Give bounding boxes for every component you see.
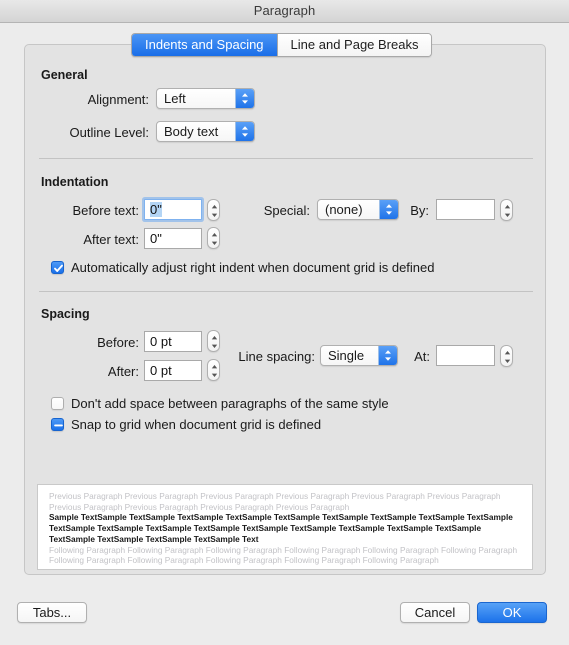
outline-level-label: Outline Level:: [69, 125, 150, 140]
paragraph-dialog: Paragraph Indents and Spacing Line and P…: [0, 0, 569, 645]
auto-adjust-right-indent-label: Automatically adjust right indent when d…: [71, 260, 435, 275]
window-titlebar[interactable]: Paragraph: [0, 0, 569, 23]
by-stepper[interactable]: [500, 199, 513, 221]
before-text-label: Before text:: [72, 203, 139, 218]
preview-following-text: Following Paragraph Following Paragraph …: [49, 544, 518, 566]
tabs-button[interactable]: Tabs...: [17, 602, 87, 623]
special-value: (none): [325, 202, 363, 217]
spacing-after-label: After:: [107, 364, 139, 379]
spacing-after-input[interactable]: 0 pt: [144, 360, 202, 381]
outline-level-popup[interactable]: Body text: [156, 121, 255, 142]
ok-button[interactable]: OK: [477, 602, 547, 623]
chevron-updown-icon: [235, 89, 254, 108]
spacing-after-value: 0 pt: [150, 363, 172, 378]
spacing-after-stepper[interactable]: [207, 359, 220, 381]
outline-level-value: Body text: [164, 124, 219, 139]
chevron-updown-icon: [235, 122, 254, 141]
checkbox-checked-icon: [51, 261, 64, 274]
preview-sample-text: Sample TextSample TextSample TextSample …: [49, 512, 513, 544]
preview-previous-text: Previous Paragraph Previous Paragraph Pr…: [49, 491, 501, 512]
snap-to-grid-label: Snap to grid when document grid is defin…: [71, 417, 322, 432]
before-text-value: 0": [150, 202, 162, 217]
at-label: At:: [414, 349, 430, 364]
cancel-button[interactable]: Cancel: [400, 602, 470, 623]
at-stepper[interactable]: [500, 345, 513, 367]
tab-bar: Indents and Spacing Line and Page Breaks: [131, 33, 433, 57]
spacing-before-input[interactable]: 0 pt: [144, 331, 202, 352]
dont-add-space-label: Don't add space between paragraphs of th…: [71, 396, 389, 411]
spacing-before-value: 0 pt: [150, 334, 172, 349]
tab-line-and-page-breaks[interactable]: Line and Page Breaks: [276, 34, 432, 56]
checkbox-unchecked-icon: [51, 397, 64, 410]
after-text-value: 0": [150, 231, 162, 246]
spacing-before-stepper[interactable]: [207, 330, 220, 352]
divider-indentation: [39, 291, 533, 292]
before-text-input[interactable]: 0": [144, 199, 202, 220]
section-title-indentation: Indentation: [41, 175, 109, 189]
line-spacing-label: Line spacing:: [238, 349, 315, 364]
auto-adjust-right-indent-checkbox[interactable]: Automatically adjust right indent when d…: [51, 260, 435, 275]
tab-indents-and-spacing[interactable]: Indents and Spacing: [132, 34, 277, 56]
line-spacing-popup[interactable]: Single: [320, 345, 398, 366]
chevron-updown-icon: [379, 200, 398, 219]
after-text-stepper[interactable]: [207, 227, 220, 249]
before-text-stepper[interactable]: [207, 199, 220, 221]
checkbox-mixed-icon: [51, 418, 64, 431]
window-title: Paragraph: [253, 3, 316, 18]
line-spacing-value: Single: [328, 348, 365, 363]
alignment-value: Left: [164, 91, 186, 106]
dont-add-space-checkbox[interactable]: Don't add space between paragraphs of th…: [51, 396, 389, 411]
after-text-label: After text:: [83, 232, 139, 247]
section-title-spacing: Spacing: [41, 307, 90, 321]
snap-to-grid-checkbox[interactable]: Snap to grid when document grid is defin…: [51, 417, 321, 432]
after-text-input[interactable]: 0": [144, 228, 202, 249]
section-title-general: General: [41, 68, 88, 82]
special-popup[interactable]: (none): [317, 199, 399, 220]
at-input[interactable]: [436, 345, 495, 366]
by-label: By:: [410, 203, 429, 218]
by-input[interactable]: [436, 199, 495, 220]
alignment-label: Alignment:: [87, 92, 149, 107]
divider-general: [39, 158, 533, 159]
spacing-before-label: Before:: [97, 335, 139, 350]
alignment-popup[interactable]: Left: [156, 88, 255, 109]
paragraph-preview: Previous Paragraph Previous Paragraph Pr…: [37, 484, 533, 570]
special-label: Special:: [263, 203, 310, 218]
chevron-updown-icon: [378, 346, 397, 365]
